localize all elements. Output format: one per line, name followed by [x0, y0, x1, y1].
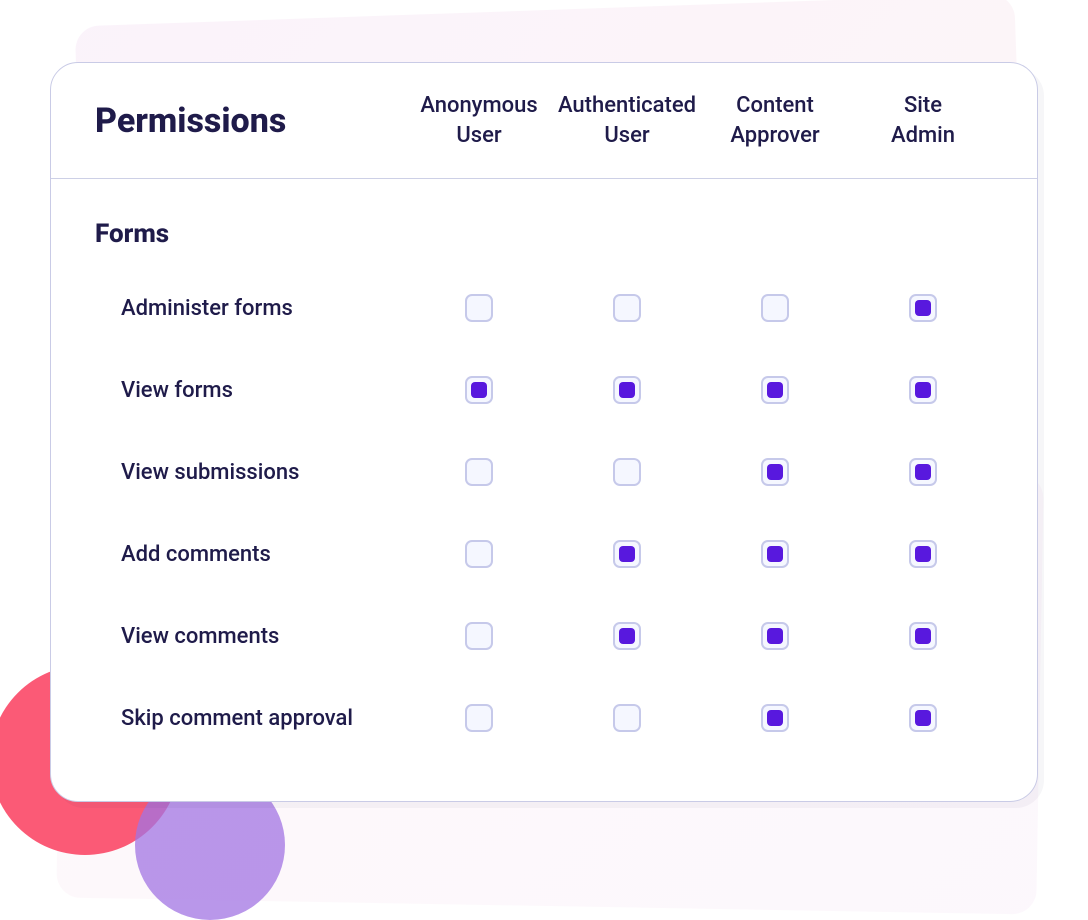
permission-cell — [405, 376, 553, 404]
column-header-content-approver: ContentApprover — [701, 91, 849, 150]
permission-cell — [405, 622, 553, 650]
permission-checkbox[interactable] — [613, 294, 641, 322]
permission-label: View comments — [95, 624, 405, 649]
permission-cell — [405, 458, 553, 486]
permission-cell — [553, 540, 701, 568]
permission-checkbox[interactable] — [465, 622, 493, 650]
page-title: Permissions — [95, 101, 405, 141]
permission-checkbox[interactable] — [909, 294, 937, 322]
permission-cell — [701, 540, 849, 568]
permission-checkbox[interactable] — [465, 458, 493, 486]
permission-checkbox[interactable] — [761, 376, 789, 404]
permission-checkbox[interactable] — [613, 376, 641, 404]
permission-label: View forms — [95, 378, 405, 403]
permission-row: View comments — [95, 595, 997, 677]
column-header-authenticated-user: AuthenticatedUser — [553, 91, 701, 150]
permission-label: View submissions — [95, 460, 405, 485]
permission-checkbox[interactable] — [761, 622, 789, 650]
permission-cell — [701, 704, 849, 732]
permission-cell — [849, 458, 997, 486]
permission-row: View forms — [95, 349, 997, 431]
permission-checkbox[interactable] — [613, 622, 641, 650]
permission-cell — [553, 458, 701, 486]
permission-row: Skip comment approval — [95, 677, 997, 759]
permission-checkbox[interactable] — [761, 704, 789, 732]
permission-cell — [701, 376, 849, 404]
permission-cell — [849, 622, 997, 650]
permission-checkbox[interactable] — [761, 458, 789, 486]
permission-cell — [701, 622, 849, 650]
permission-checkbox[interactable] — [613, 704, 641, 732]
permission-checkbox[interactable] — [465, 540, 493, 568]
permission-cell — [405, 540, 553, 568]
permission-checkbox[interactable] — [465, 704, 493, 732]
permission-checkbox[interactable] — [909, 458, 937, 486]
permissions-table-header: Permissions AnonymousUser AuthenticatedU… — [51, 63, 1037, 179]
permission-checkbox[interactable] — [909, 540, 937, 568]
permissions-rows-container: Administer forms View forms View submissio… — [95, 267, 997, 759]
permission-cell — [405, 704, 553, 732]
permission-checkbox[interactable] — [761, 294, 789, 322]
permission-cell — [701, 458, 849, 486]
section-heading: Forms — [95, 219, 997, 249]
permission-checkbox[interactable] — [909, 704, 937, 732]
permission-cell — [553, 376, 701, 404]
permission-checkbox[interactable] — [761, 540, 789, 568]
column-header-anonymous-user: AnonymousUser — [405, 91, 553, 150]
permission-label: Skip comment approval — [95, 706, 405, 731]
permission-cell — [553, 622, 701, 650]
permission-cell — [849, 294, 997, 322]
permission-row: View submissions — [95, 431, 997, 513]
permission-row: Add comments — [95, 513, 997, 595]
permission-label: Add comments — [95, 542, 405, 567]
permission-cell — [405, 294, 553, 322]
permission-checkbox[interactable] — [613, 458, 641, 486]
permissions-card: Permissions AnonymousUser AuthenticatedU… — [50, 62, 1038, 802]
permission-checkbox[interactable] — [909, 376, 937, 404]
permission-checkbox[interactable] — [465, 376, 493, 404]
permission-checkbox[interactable] — [465, 294, 493, 322]
permission-checkbox[interactable] — [613, 540, 641, 568]
permissions-section-forms: Forms Administer forms View forms View sub… — [51, 179, 1037, 779]
permission-label: Administer forms — [95, 296, 405, 321]
permission-cell — [701, 294, 849, 322]
permission-cell — [849, 376, 997, 404]
permission-cell — [553, 704, 701, 732]
permission-cell — [849, 704, 997, 732]
column-header-site-admin: SiteAdmin — [849, 91, 997, 150]
permission-cell — [553, 294, 701, 322]
permission-cell — [849, 540, 997, 568]
permission-row: Administer forms — [95, 267, 997, 349]
permission-checkbox[interactable] — [909, 622, 937, 650]
